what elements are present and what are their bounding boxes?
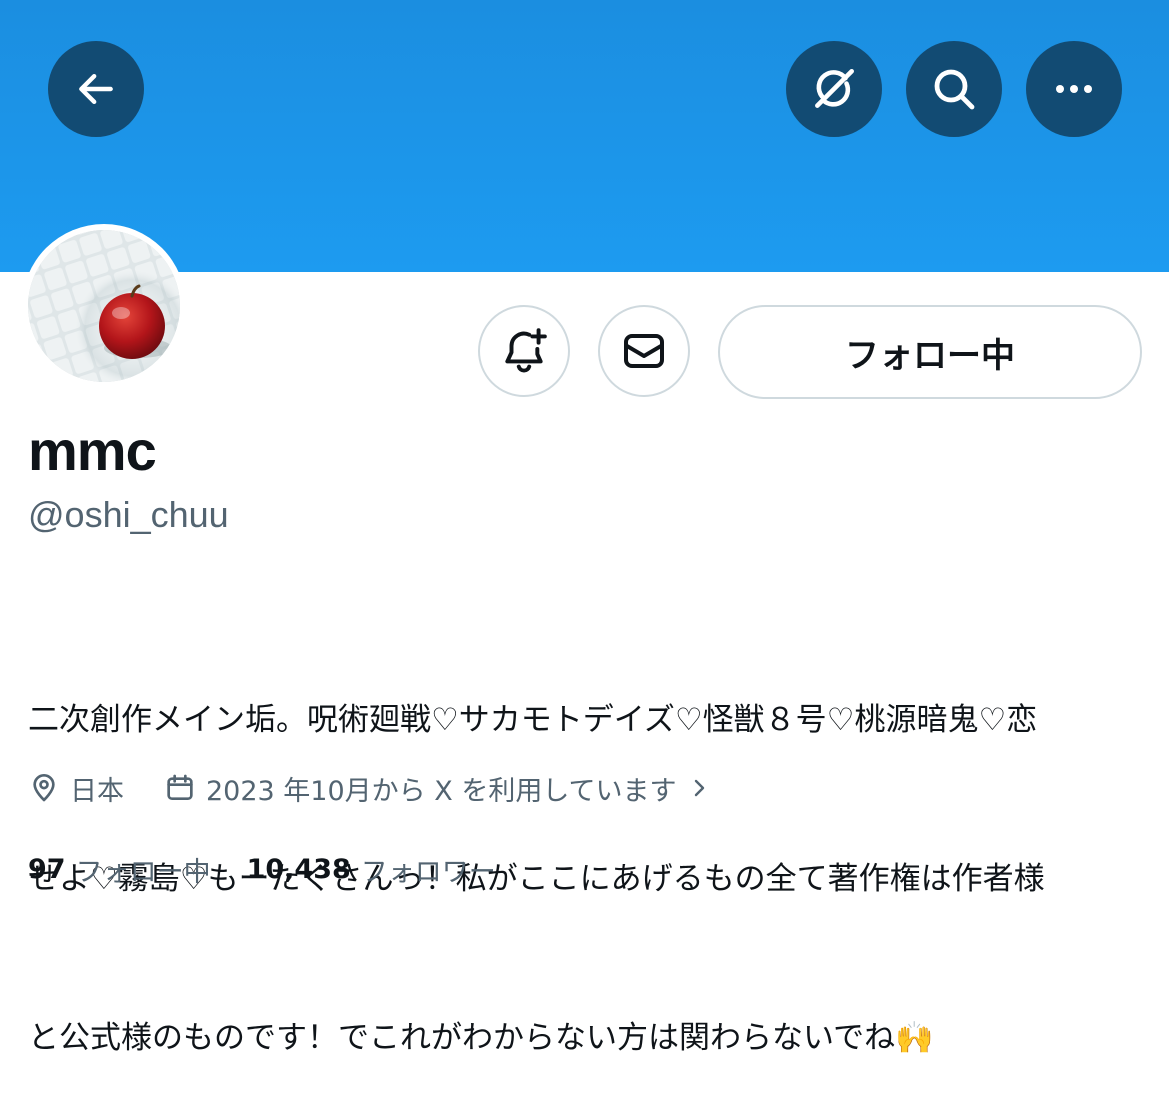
search-icon <box>934 69 975 110</box>
followers-count: 10,438 <box>246 854 351 885</box>
following-count: 97 <box>28 854 66 885</box>
following-button[interactable]: フォロー中 <box>718 305 1142 399</box>
profile-banner[interactable] <box>0 0 1169 272</box>
avatar[interactable] <box>28 230 180 382</box>
profile-meta: 日本 2023 年10月から X を利用しています <box>28 766 711 810</box>
following-link[interactable]: 97 フォロー中 <box>28 850 211 889</box>
apple-on-tiles-avatar <box>28 230 180 382</box>
bio-line: と公式様のものです！でこれがわからない方は関わらないでね🙌 <box>28 1020 934 1056</box>
follow-stats: 97 フォロー中 10,438 フォロワー <box>28 850 496 889</box>
avatar-frame <box>22 224 186 388</box>
more-button[interactable] <box>1026 41 1122 137</box>
following-label: フォロー中 <box>75 857 211 888</box>
notify-button[interactable] <box>478 305 570 397</box>
chevron-right-icon <box>694 779 704 797</box>
bell-plus-icon <box>505 328 547 373</box>
more-horizontal-icon <box>1056 85 1092 93</box>
envelope-icon <box>624 334 664 368</box>
message-button[interactable] <box>598 305 690 397</box>
search-button[interactable] <box>906 41 1002 137</box>
bio-line: 二次創作メイン垢。呪術廻戦♡サカモトデイズ♡怪獣８号♡桃源暗鬼♡恋 <box>28 702 1038 738</box>
grok-button[interactable] <box>786 41 882 137</box>
display-name: mmc <box>28 419 157 482</box>
followers-link[interactable]: 10,438 フォロワー <box>247 850 496 889</box>
calendar-icon <box>167 774 193 800</box>
username-handle: @oshi_chuu <box>28 494 229 535</box>
joined-item[interactable]: 2023 年10月から X を利用しています <box>164 769 711 808</box>
location-text: 日本 <box>70 775 124 807</box>
location-pin-icon <box>33 774 55 802</box>
arrow-left-icon <box>79 73 113 105</box>
followers-label: フォロワー <box>360 857 496 888</box>
grok-icon <box>815 69 854 108</box>
joined-text: 2023 年10月から X を利用しています <box>206 775 677 807</box>
back-button[interactable] <box>48 41 144 137</box>
location-item: 日本 <box>28 769 124 808</box>
